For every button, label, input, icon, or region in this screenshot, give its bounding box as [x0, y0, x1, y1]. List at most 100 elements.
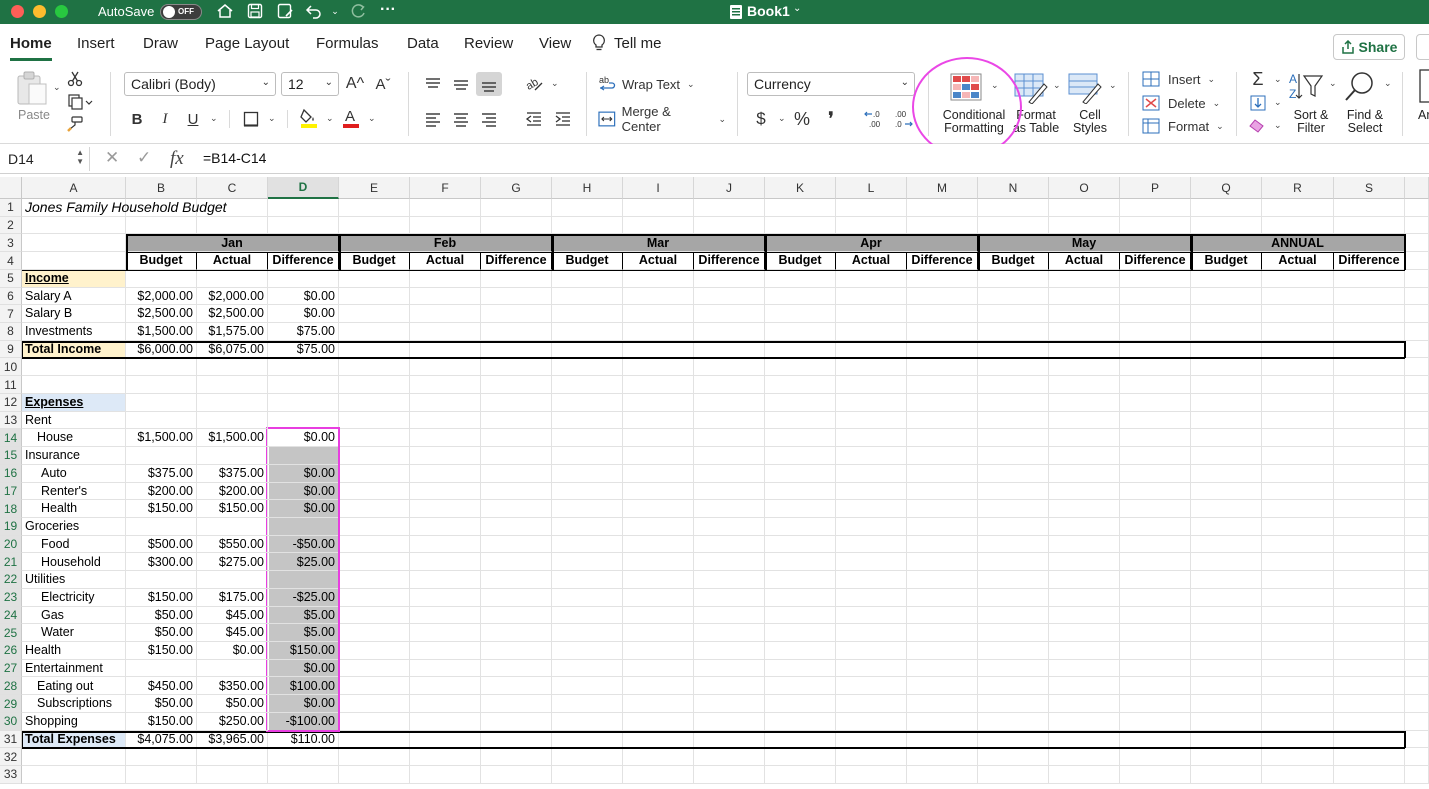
grid-cell[interactable]: [481, 517, 552, 536]
grid-cell[interactable]: [1405, 766, 1429, 784]
increase-decimal-icon[interactable]: .0.00: [862, 107, 888, 131]
grid-cell[interactable]: [907, 464, 978, 483]
align-bottom-icon[interactable]: [476, 72, 502, 96]
grid-cell[interactable]: [1049, 323, 1120, 341]
grid-cell[interactable]: [907, 323, 978, 341]
grid-cell[interactable]: [836, 447, 907, 465]
grid-cell[interactable]: [978, 535, 1049, 554]
difference-cell[interactable]: $0.00: [268, 305, 339, 324]
sort-filter-label[interactable]: Sort & Filter: [1286, 109, 1336, 135]
align-middle-icon[interactable]: [450, 74, 472, 94]
column-subheader[interactable]: Budget: [126, 252, 197, 270]
grid-cell[interactable]: [22, 358, 126, 377]
grid-cell[interactable]: [126, 358, 197, 377]
accounting-chevron-icon[interactable]: ⌄: [778, 113, 786, 124]
grid-cell[interactable]: [836, 712, 907, 731]
row-header-4[interactable]: 4: [0, 252, 22, 270]
grid-cell[interactable]: [268, 748, 339, 767]
row-header-19[interactable]: 19: [0, 517, 22, 536]
font-name-select[interactable]: Calibri (Body) ⌄: [124, 72, 276, 96]
grid-cell[interactable]: [1191, 358, 1262, 377]
grid-cell[interactable]: [765, 411, 836, 430]
grid-cell[interactable]: [197, 766, 268, 784]
grid-cell[interactable]: [623, 393, 694, 412]
grid-cell[interactable]: [765, 588, 836, 607]
grid-cell[interactable]: [552, 695, 623, 713]
grid-cell[interactable]: [623, 517, 694, 536]
income-section-label[interactable]: Income: [22, 269, 126, 288]
grid-cell[interactable]: [552, 588, 623, 607]
grid-cell[interactable]: [836, 216, 907, 235]
grid-cell[interactable]: [765, 766, 836, 784]
expense-label[interactable]: Shopping: [22, 712, 126, 731]
grid-cell[interactable]: [623, 695, 694, 713]
format-as-table-label[interactable]: Format as Table: [1010, 109, 1062, 135]
difference-cell[interactable]: $5.00: [268, 624, 339, 642]
grid-cell[interactable]: [1405, 553, 1429, 572]
grid-cell[interactable]: [623, 553, 694, 572]
grid-cell[interactable]: [978, 588, 1049, 607]
grid-cell[interactable]: [1334, 624, 1405, 642]
grid-cell[interactable]: [765, 659, 836, 678]
grid-cell[interactable]: [623, 323, 694, 341]
autosave-toggle[interactable]: OFF: [160, 4, 202, 20]
grid-cell[interactable]: [907, 624, 978, 642]
grid-cell[interactable]: [481, 287, 552, 306]
grid-cell[interactable]: [1049, 588, 1120, 607]
cut-icon[interactable]: [65, 70, 85, 88]
grid-cell[interactable]: [978, 305, 1049, 324]
grid-cell[interactable]: [836, 695, 907, 713]
grid-cell[interactable]: [410, 482, 481, 501]
grid-cell[interactable]: [1191, 500, 1262, 518]
column-subheader[interactable]: Difference: [268, 252, 339, 270]
column-header-g[interactable]: G: [481, 177, 552, 199]
grid-cell[interactable]: [410, 393, 481, 412]
expense-label[interactable]: Auto: [22, 464, 126, 483]
row-header-5[interactable]: 5: [0, 269, 22, 288]
grid-cell[interactable]: [623, 766, 694, 784]
difference-cell[interactable]: $100.00: [268, 677, 339, 696]
grid-cell[interactable]: [339, 695, 410, 713]
difference-cell[interactable]: -$100.00: [268, 712, 339, 731]
column-subheader[interactable]: Difference: [1334, 252, 1405, 270]
grid-cell[interactable]: [1049, 517, 1120, 536]
budget-cell[interactable]: [126, 571, 197, 589]
grid-cell[interactable]: [978, 571, 1049, 589]
column-subheader[interactable]: Difference: [694, 252, 765, 270]
grid-cell[interactable]: [1120, 411, 1191, 430]
cell-styles-chevron-icon[interactable]: ⌄: [1109, 80, 1117, 91]
row-header-25[interactable]: 25: [0, 624, 22, 642]
row-header-1[interactable]: 1: [0, 199, 22, 217]
grid-cell[interactable]: [907, 659, 978, 678]
grid-cell[interactable]: [1334, 269, 1405, 288]
budget-cell[interactable]: $150.00: [126, 642, 197, 660]
grid-cell[interactable]: [410, 659, 481, 678]
budget-cell[interactable]: $200.00: [126, 482, 197, 501]
grid-cell[interactable]: [126, 269, 197, 288]
merge-center-button[interactable]: Merge & Center ⌄: [598, 104, 726, 134]
grid-cell[interactable]: [552, 447, 623, 465]
grid-cell[interactable]: [623, 624, 694, 642]
difference-cell[interactable]: $75.00: [268, 323, 339, 341]
grid-cell[interactable]: [1120, 695, 1191, 713]
tab-data[interactable]: Data: [407, 35, 439, 52]
grid-cell[interactable]: [481, 588, 552, 607]
grid-cell[interactable]: [907, 695, 978, 713]
difference-cell[interactable]: [268, 517, 339, 536]
grid-cell[interactable]: [836, 659, 907, 678]
column-header-h[interactable]: H: [552, 177, 623, 199]
grid-cell[interactable]: [836, 535, 907, 554]
total-expenses-label[interactable]: Total Expenses: [22, 730, 126, 749]
grid-cell[interactable]: [694, 464, 765, 483]
grid-cell[interactable]: [623, 287, 694, 306]
grid-cell[interactable]: [1049, 429, 1120, 448]
grid-cell[interactable]: [978, 199, 1049, 217]
total-expenses-difference[interactable]: $110.00: [268, 730, 339, 749]
grid-cell[interactable]: [1262, 393, 1334, 412]
sort-filter-chevron-icon[interactable]: ⌄: [1329, 78, 1337, 89]
grid-cell[interactable]: [1120, 535, 1191, 554]
grid-cell[interactable]: [1405, 411, 1429, 430]
grid-cell[interactable]: [22, 376, 126, 394]
total-income-budget[interactable]: $6,000.00: [126, 340, 197, 359]
align-right-icon[interactable]: [478, 109, 500, 129]
